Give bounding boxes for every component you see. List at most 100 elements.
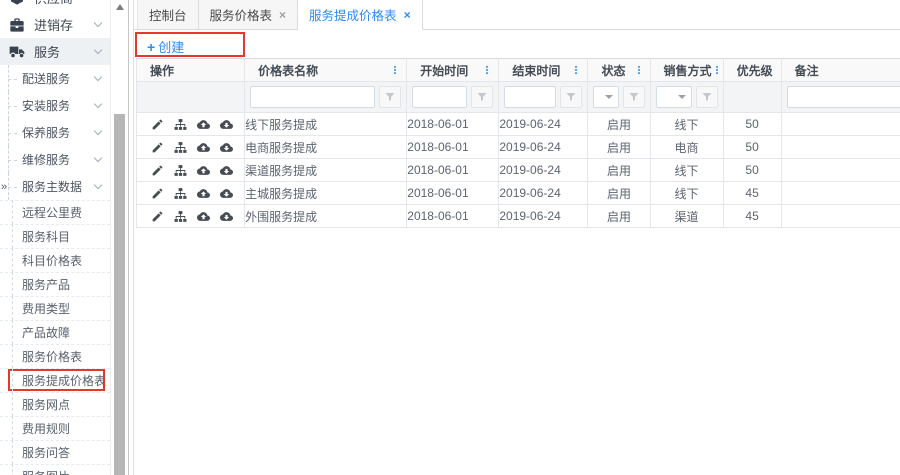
cloud-download-icon[interactable] bbox=[220, 187, 233, 200]
chevron-down-icon bbox=[94, 72, 102, 80]
column-menu-icon[interactable] bbox=[571, 63, 581, 77]
cloud-upload-icon[interactable] bbox=[197, 210, 210, 223]
sidebar-item-12[interactable]: 费用类型 bbox=[0, 296, 110, 320]
tab-1[interactable]: 服务价格表 bbox=[199, 0, 299, 29]
ops-cell bbox=[137, 159, 245, 182]
cell-status: 启用 bbox=[588, 205, 650, 228]
cell-status: 启用 bbox=[588, 159, 650, 182]
funnel-icon[interactable] bbox=[623, 86, 645, 108]
sitemap-icon[interactable] bbox=[174, 118, 187, 131]
plus-icon bbox=[147, 40, 155, 54]
cell-status: 启用 bbox=[588, 182, 650, 205]
cell-channel: 线下 bbox=[650, 159, 723, 182]
funnel-icon[interactable] bbox=[471, 86, 493, 108]
chevron-down-icon bbox=[94, 153, 102, 161]
cell-channel: 线下 bbox=[650, 182, 723, 205]
cloud-upload-icon[interactable] bbox=[197, 187, 210, 200]
sitemap-icon[interactable] bbox=[174, 210, 187, 223]
cell-end: 2019-06-24 bbox=[499, 205, 588, 228]
sitemap-icon[interactable] bbox=[174, 141, 187, 154]
sidebar-item-17[interactable]: 费用规则 bbox=[0, 416, 110, 440]
cloud-upload-icon[interactable] bbox=[197, 164, 210, 177]
edit-icon[interactable] bbox=[151, 141, 164, 154]
create-button[interactable]: 创建 bbox=[147, 37, 184, 56]
cloud-upload-icon[interactable] bbox=[197, 118, 210, 131]
tab-0[interactable]: 控制台 bbox=[137, 0, 199, 29]
filter-input-1[interactable] bbox=[250, 86, 375, 108]
scroll-up-arrow-icon[interactable] bbox=[116, 4, 124, 10]
cell-remark bbox=[781, 205, 900, 228]
filter-input-2[interactable] bbox=[412, 86, 467, 108]
filter-select-4[interactable] bbox=[593, 86, 618, 108]
cell-channel: 电商 bbox=[650, 136, 723, 159]
cloud-download-icon[interactable] bbox=[220, 141, 233, 154]
table-row-3: 主城服务提成2018-06-012019-06-24启用线下45 bbox=[137, 182, 900, 205]
sidebar-item-14[interactable]: 服务价格表 bbox=[0, 344, 110, 368]
chevron-down-icon bbox=[94, 99, 102, 107]
edit-icon[interactable] bbox=[151, 187, 164, 200]
filter-select-5[interactable] bbox=[656, 86, 692, 108]
sidebar-item-7[interactable]: 服务主数据 » bbox=[0, 173, 110, 200]
cloud-download-icon[interactable] bbox=[220, 118, 233, 131]
cloud-download-icon[interactable] bbox=[220, 210, 233, 223]
ops-cell bbox=[137, 205, 245, 228]
filter-row bbox=[137, 82, 900, 113]
truck-icon bbox=[9, 44, 25, 60]
sidebar-item-15[interactable]: 服务提成价格表 bbox=[0, 368, 110, 392]
briefcase-icon bbox=[9, 17, 25, 33]
sidebar-item-0[interactable]: 供应商 bbox=[0, 0, 110, 11]
column-menu-icon[interactable] bbox=[390, 63, 400, 77]
toolbar: 创建 bbox=[134, 30, 900, 58]
filter-cell-1 bbox=[245, 82, 407, 113]
sidebar-item-3[interactable]: 配送服务 bbox=[0, 65, 110, 92]
sidebar-item-1[interactable]: 进销存 bbox=[0, 11, 110, 38]
close-icon[interactable] bbox=[279, 9, 286, 21]
column-header-6: 优先级 bbox=[723, 59, 781, 82]
column-header-0: 操作 bbox=[137, 59, 245, 82]
funnel-icon[interactable] bbox=[696, 86, 718, 108]
cloud-download-icon[interactable] bbox=[220, 164, 233, 177]
column-label: 备注 bbox=[795, 62, 900, 79]
scrollbar-thumb[interactable] bbox=[114, 114, 125, 475]
column-menu-icon[interactable] bbox=[712, 63, 722, 77]
app-window: 供应商 进销存 服务 配送服务 安装服务 保养服务 维修服务 服务主数据 » 远… bbox=[0, 0, 900, 475]
column-menu-icon[interactable] bbox=[482, 63, 492, 77]
sidebar-item-9[interactable]: 服务科目 bbox=[0, 224, 110, 248]
column-header-2: 开始时间 bbox=[407, 59, 499, 82]
edit-icon[interactable] bbox=[151, 118, 164, 131]
sidebar-item-18[interactable]: 服务问答 bbox=[0, 440, 110, 464]
edit-icon[interactable] bbox=[151, 210, 164, 223]
column-label: 结束时间 bbox=[512, 62, 571, 79]
sidebar-item-16[interactable]: 服务网点 bbox=[0, 392, 110, 416]
edit-icon[interactable] bbox=[151, 164, 164, 177]
close-icon[interactable] bbox=[404, 9, 411, 21]
sidebar-item-2[interactable]: 服务 bbox=[0, 38, 110, 65]
sidebar-item-10[interactable]: 科目价格表 bbox=[0, 248, 110, 272]
sitemap-icon[interactable] bbox=[174, 164, 187, 177]
funnel-icon[interactable] bbox=[379, 86, 401, 108]
column-menu-icon[interactable] bbox=[634, 63, 644, 77]
table-container: 操作价格表名称开始时间结束时间状态销售方式优先级备注 线下服务提成2018-06… bbox=[136, 58, 900, 228]
tab-2[interactable]: 服务提成价格表 bbox=[298, 0, 423, 30]
sidebar-item-8[interactable]: 远程公里费 bbox=[0, 200, 110, 224]
cell-start: 2018-06-01 bbox=[407, 113, 499, 136]
funnel-icon[interactable] bbox=[560, 86, 582, 108]
tab-label: 控制台 bbox=[149, 5, 187, 24]
tab-label: 服务提成价格表 bbox=[309, 5, 397, 24]
sidebar-item-11[interactable]: 服务产品 bbox=[0, 272, 110, 296]
sidebar-item-4[interactable]: 安装服务 bbox=[0, 92, 110, 119]
sidebar-item-6[interactable]: 维修服务 bbox=[0, 146, 110, 173]
filter-input-3[interactable] bbox=[504, 86, 556, 108]
sidebar-item-5[interactable]: 保养服务 bbox=[0, 119, 110, 146]
sidebar-item-13[interactable]: 产品故障 bbox=[0, 320, 110, 344]
chevron-down-icon bbox=[94, 126, 102, 134]
cell-remark bbox=[781, 136, 900, 159]
cell-name: 主城服务提成 bbox=[245, 182, 407, 205]
sitemap-icon[interactable] bbox=[174, 187, 187, 200]
filter-input-7[interactable] bbox=[787, 86, 900, 108]
chevron-down-icon bbox=[94, 45, 102, 53]
cloud-upload-icon[interactable] bbox=[197, 141, 210, 154]
cell-channel: 渠道 bbox=[650, 205, 723, 228]
cell-priority: 50 bbox=[723, 113, 781, 136]
sidebar-item-19[interactable]: 服务图片 bbox=[0, 464, 110, 475]
